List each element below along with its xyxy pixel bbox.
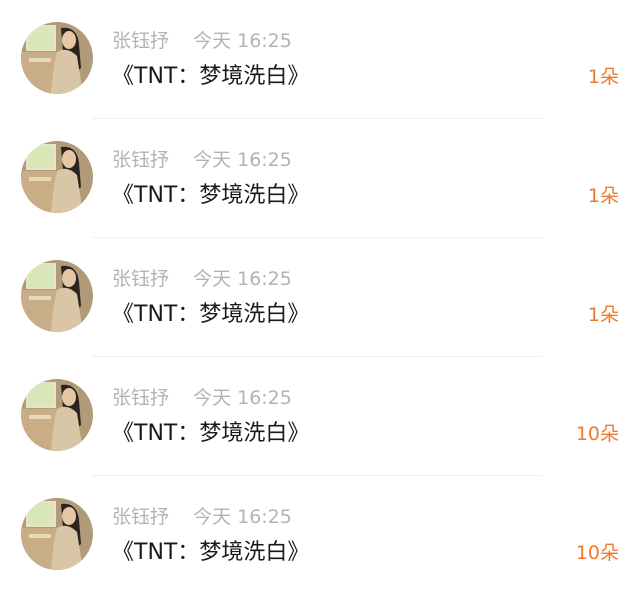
user-name[interactable]: 张钰抒 — [112, 30, 169, 52]
book-title[interactable]: 《TNT：梦境洗白》 — [112, 536, 309, 570]
flower-count: 1朵 — [587, 304, 619, 326]
record-meta: 张钰抒 今天 16:25 — [112, 385, 292, 411]
user-name[interactable]: 张钰抒 — [112, 387, 169, 409]
user-name[interactable]: 张钰抒 — [112, 149, 169, 171]
timestamp: 今天 16:25 — [193, 506, 292, 528]
flower-count: 1朵 — [587, 185, 619, 207]
timestamp: 今天 16:25 — [193, 149, 292, 171]
book-title[interactable]: 《TNT：梦境洗白》 — [112, 417, 309, 451]
user-name[interactable]: 张钰抒 — [112, 268, 169, 290]
list-item[interactable]: 张钰抒 今天 16:25 《TNT：梦境洗白》 10朵 — [0, 357, 640, 476]
list-item[interactable]: 张钰抒 今天 16:25 《TNT：梦境洗白》 1朵 — [0, 119, 640, 238]
avatar[interactable] — [21, 141, 93, 213]
book-title[interactable]: 《TNT：梦境洗白》 — [112, 179, 309, 213]
gift-record-list: 张钰抒 今天 16:25 《TNT：梦境洗白》 1朵 张钰抒 今天 16:25 … — [0, 0, 640, 594]
list-item[interactable]: 张钰抒 今天 16:25 《TNT：梦境洗白》 1朵 — [0, 0, 640, 119]
flower-count: 1朵 — [587, 66, 619, 88]
list-item[interactable]: 张钰抒 今天 16:25 《TNT：梦境洗白》 1朵 — [0, 238, 640, 357]
timestamp: 今天 16:25 — [193, 30, 292, 52]
timestamp: 今天 16:25 — [193, 268, 292, 290]
record-meta: 张钰抒 今天 16:25 — [112, 266, 292, 292]
avatar[interactable] — [21, 260, 93, 332]
flower-count: 10朵 — [575, 423, 619, 445]
flower-count: 10朵 — [575, 542, 619, 564]
list-item[interactable]: 张钰抒 今天 16:25 《TNT：梦境洗白》 10朵 — [0, 476, 640, 595]
book-title[interactable]: 《TNT：梦境洗白》 — [112, 60, 309, 94]
timestamp: 今天 16:25 — [193, 387, 292, 409]
record-meta: 张钰抒 今天 16:25 — [112, 28, 292, 54]
avatar[interactable] — [21, 22, 93, 94]
user-name[interactable]: 张钰抒 — [112, 506, 169, 528]
avatar[interactable] — [21, 498, 93, 570]
record-meta: 张钰抒 今天 16:25 — [112, 504, 292, 530]
avatar[interactable] — [21, 379, 93, 451]
record-meta: 张钰抒 今天 16:25 — [112, 147, 292, 173]
book-title[interactable]: 《TNT：梦境洗白》 — [112, 298, 309, 332]
